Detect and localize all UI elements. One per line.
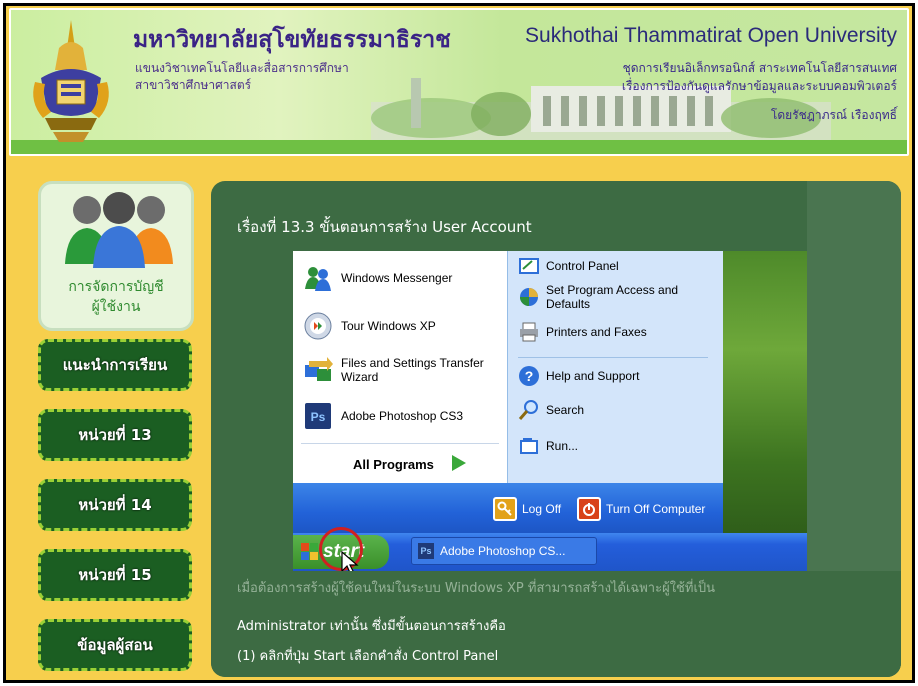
- school-name: สาขาวิชาศึกษาศาสตร์: [135, 78, 252, 92]
- user-account-topic-card: การจัดการบัญชี ผู้ใช้งาน: [38, 181, 194, 331]
- menu-item-help-support[interactable]: ? Help and Support: [518, 365, 639, 387]
- nav-button-intro[interactable]: แนะนำการเรียน: [38, 339, 192, 391]
- turn-off-computer-button[interactable]: Turn Off Computer: [577, 497, 705, 521]
- tour-icon: [303, 311, 333, 341]
- menu-item-printers-faxes[interactable]: Printers and Faxes: [518, 321, 647, 343]
- site-header: มหาวิทยาลัยสุโขทัยธรรมาธิราช แขนงวิชาเทค…: [9, 8, 909, 156]
- menu-item-control-panel[interactable]: Control Panel: [518, 255, 619, 277]
- taskbar: start Ps Adobe Photoshop CS...: [293, 533, 807, 571]
- menu-item-search[interactable]: Search: [518, 399, 584, 421]
- messenger-icon: [303, 263, 333, 293]
- user-group-icon: [65, 192, 173, 268]
- nav-button-unit-15[interactable]: หน่วยที่ 15: [38, 549, 192, 601]
- menu-separator-right: [518, 357, 708, 358]
- course-line-2: เรื่องการป้องกันดูแลรักษาข้อมูลและระบบคอ…: [621, 79, 897, 93]
- key-icon: [493, 497, 517, 521]
- desktop-wallpaper: [721, 251, 807, 533]
- menu-item-run[interactable]: Run...: [518, 435, 578, 457]
- description-line-3: (1) คลิกที่ปุ่ม Start เลือกคำสั่ง Contro…: [237, 649, 499, 664]
- start-menu-programs-column: Windows Messenger Tour Windows XP Files …: [293, 251, 507, 483]
- menu-item-adobe-photoshop[interactable]: Ps Adobe Photoshop CS3: [303, 401, 463, 431]
- menu-item-files-settings-transfer[interactable]: Files and Settings Transfer Wizard: [303, 355, 484, 385]
- nav-button-instructor-info[interactable]: ข้อมูลผู้สอน: [38, 619, 192, 671]
- university-seal-logo: [33, 20, 109, 142]
- arrow-right-icon: [448, 453, 468, 476]
- author-credit: โดยรัชฎาภรณ์ เรืองฤทธิ์: [770, 108, 897, 122]
- menu-separator: [301, 443, 499, 444]
- description-line-1: เมื่อต้องการสร้างผู้ใช้คนใหม่ในระบบ Wind…: [237, 581, 716, 596]
- control-panel-icon: [518, 255, 540, 277]
- transfer-wizard-icon: [303, 355, 333, 385]
- photoshop-icon: Ps: [303, 401, 333, 431]
- run-icon: [518, 435, 540, 457]
- header-bottom-stripe: [11, 140, 907, 154]
- course-line-1: ชุดการเรียนอิเล็กทรอนิกส์ สาระเทคโนโลยีส…: [622, 61, 897, 75]
- start-menu-screenshot: Windows Messenger Tour Windows XP Files …: [293, 251, 723, 533]
- windows-flag-icon: [301, 543, 319, 567]
- svg-text:Ps: Ps: [311, 410, 326, 424]
- start-menu-system-column: Control Panel Set Program Access and Def…: [507, 251, 723, 483]
- menu-item-windows-messenger[interactable]: Windows Messenger: [303, 263, 452, 293]
- menu-item-tour-windows-xp[interactable]: Tour Windows XP: [303, 311, 436, 341]
- power-icon: [577, 497, 601, 521]
- all-programs-button[interactable]: All Programs: [353, 453, 468, 476]
- lesson-description: เมื่อต้องการสร้างผู้ใช้คนใหม่ในระบบ Wind…: [211, 571, 901, 677]
- nav-button-unit-13[interactable]: หน่วยที่ 13: [38, 409, 192, 461]
- university-name-english: Sukhothai Thammatirat Open University: [525, 24, 897, 47]
- nav-button-unit-14[interactable]: หน่วยที่ 14: [38, 479, 192, 531]
- menu-item-set-program-access[interactable]: Set Program Access and Defaults: [518, 283, 678, 311]
- description-line-2: Administrator เท่านั้น ซึ่งมีขั้นตอนการส…: [237, 619, 506, 634]
- start-menu-footer: Log Off Turn Off Computer: [293, 483, 723, 533]
- program-access-icon: [518, 286, 540, 308]
- lesson-content-panel: เรื่องที่ 13.3 ขั้นตอนการสร้าง User Acco…: [211, 181, 901, 677]
- taskbar-photoshop-button[interactable]: Ps Adobe Photoshop CS...: [411, 537, 597, 565]
- university-name-thai: มหาวิทยาลัยสุโขทัยธรรมาธิราช: [133, 26, 451, 53]
- page-frame: มหาวิทยาลัยสุโขทัยธรรมาธิราช แขนงวิชาเทค…: [3, 3, 915, 683]
- search-icon: [518, 399, 540, 421]
- help-icon: ?: [518, 365, 540, 387]
- log-off-button[interactable]: Log Off: [493, 497, 561, 521]
- lesson-title: เรื่องที่ 13.3 ขั้นตอนการสร้าง User Acco…: [237, 218, 532, 236]
- topic-label-1: การจัดการบัญชี: [68, 279, 164, 295]
- svg-text:?: ?: [525, 368, 534, 384]
- photoshop-small-icon: Ps: [418, 543, 434, 559]
- printer-icon: [518, 321, 540, 343]
- topic-label-2: ผู้ใช้งาน: [91, 299, 141, 315]
